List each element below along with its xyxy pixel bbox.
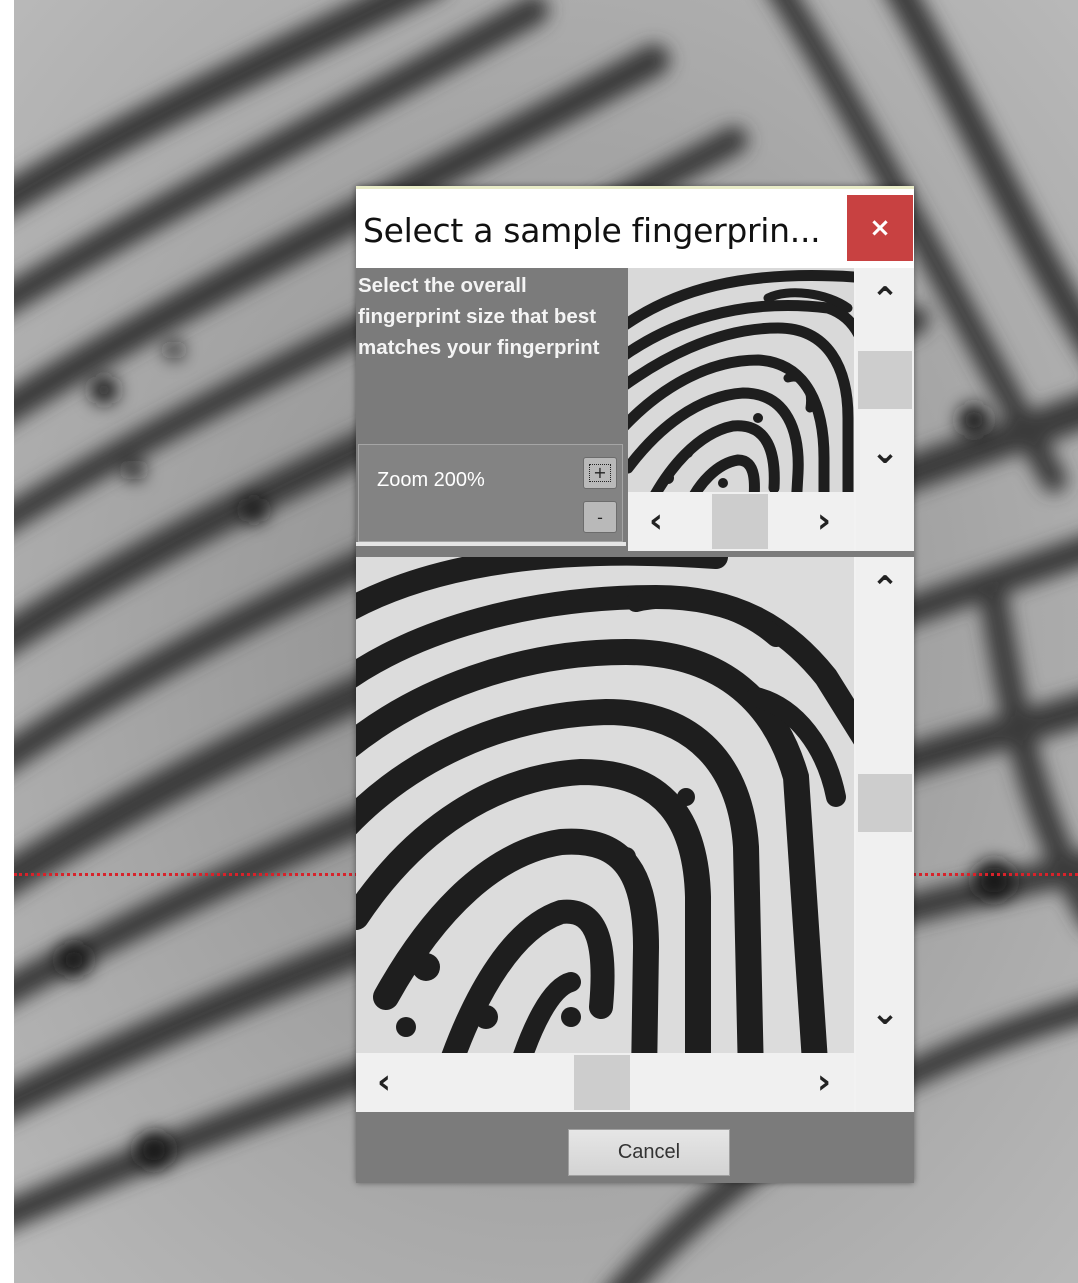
chevron-up-icon[interactable]: ⌃ [865, 280, 905, 320]
overview-preview-panel: ⌃ ⌄ ‹ › [628, 268, 914, 551]
overview-fingerprint-image[interactable] [628, 268, 854, 492]
chevron-right-icon[interactable]: › [804, 1062, 844, 1102]
scroll-thumb[interactable] [712, 494, 768, 549]
scroll-thumb[interactable] [858, 774, 912, 832]
chevron-left-icon[interactable]: ‹ [364, 1062, 404, 1102]
dialog-title-bar[interactable]: Select a sample fingerprin... × [356, 186, 914, 268]
overview-vertical-scrollbar[interactable]: ⌃ ⌄ [856, 268, 914, 492]
chevron-down-icon[interactable]: ⌄ [865, 432, 905, 472]
zoom-level-label: Zoom 200% [377, 469, 485, 491]
close-button[interactable]: × [847, 195, 913, 261]
cancel-button[interactable]: Cancel [568, 1129, 730, 1176]
divider [356, 542, 626, 546]
overview-horizontal-scrollbar[interactable]: ‹ › [628, 492, 854, 551]
dialog-footer: Cancel [356, 1112, 914, 1183]
plus-icon: + [589, 464, 611, 482]
zoomed-horizontal-scrollbar[interactable]: ‹ › [356, 1053, 854, 1112]
zoom-in-button[interactable]: + [583, 457, 617, 489]
instruction-text: Select the overall fingerprint size that… [358, 274, 600, 359]
dialog-title: Select a sample fingerprin... [363, 211, 821, 250]
zoomed-preview-panel: ⌃ ⌄ ‹ › [356, 557, 914, 1112]
minus-icon: - [597, 507, 603, 527]
chevron-up-icon[interactable]: ⌃ [865, 569, 905, 609]
zoomed-fingerprint-image[interactable] [356, 557, 854, 1053]
chevron-right-icon[interactable]: › [804, 501, 844, 541]
close-icon: × [869, 213, 891, 243]
zoom-out-button[interactable]: - [583, 501, 617, 533]
sample-fingerprint-dialog: Select a sample fingerprin... × Select t… [356, 186, 914, 1183]
zoomed-vertical-scrollbar[interactable]: ⌃ ⌄ [856, 557, 914, 1053]
chevron-down-icon[interactable]: ⌄ [865, 993, 905, 1033]
scroll-thumb[interactable] [858, 351, 912, 409]
zoom-control: Zoom 200% + - [358, 444, 623, 542]
scroll-corner [856, 492, 914, 551]
scroll-thumb[interactable] [574, 1055, 630, 1110]
chevron-left-icon[interactable]: ‹ [636, 501, 676, 541]
scroll-corner [856, 1053, 914, 1112]
